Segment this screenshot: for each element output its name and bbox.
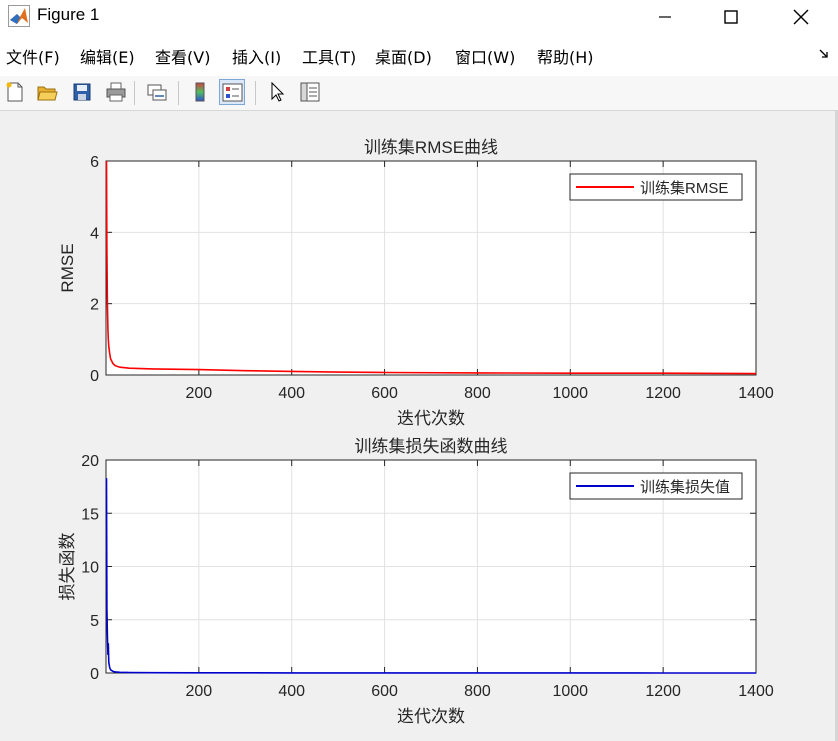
legend-button[interactable]: [219, 79, 245, 105]
menu-insert[interactable]: 插入(I): [232, 44, 281, 68]
title-bar: Figure 1: [0, 0, 838, 34]
chart-title: 训练集RMSE曲线: [364, 138, 498, 157]
window-title: Figure 1: [37, 5, 100, 24]
menu-desktop[interactable]: 桌面(D): [375, 44, 432, 68]
axes-1: 200 400 600 800 1000 1200 1400 0 2 4 6 训练集RMSE曲线迭代次…: [58, 138, 774, 428]
legend-label: 训练集损失值: [640, 479, 730, 496]
x-tick-label: 200: [186, 683, 213, 700]
save-icon: [73, 83, 91, 101]
cursor-arrow-icon: [271, 81, 285, 102]
toolbar: [0, 76, 838, 111]
chart-title: 训练集损失函数曲线: [355, 437, 508, 456]
edit-plot-button[interactable]: [264, 79, 290, 105]
minimize-icon: [659, 16, 671, 18]
x-axis-label: 迭代次数: [397, 707, 465, 726]
x-tick-label: 1400: [738, 385, 774, 402]
print-button[interactable]: [103, 79, 129, 105]
new-file-icon: [6, 82, 23, 102]
x-tick-label: 600: [371, 683, 398, 700]
folder-icon: [37, 86, 58, 101]
x-tick-label: 1200: [645, 385, 681, 402]
x-tick-label: 400: [278, 385, 305, 402]
colorbar-icon: [195, 82, 205, 102]
y-tick-label: 2: [90, 297, 99, 314]
menu-bar: 文件(F) 编辑(E) 查看(V) 插入(I) 工具(T) 桌面(D) 窗口(W…: [0, 34, 838, 76]
y-tick-label: 5: [90, 613, 99, 630]
property-inspector-icon: [300, 82, 320, 102]
menu-tools[interactable]: 工具(T): [302, 44, 356, 68]
link-plot-button[interactable]: [144, 79, 170, 105]
x-tick-label: 200: [186, 385, 213, 402]
maximize-button[interactable]: [708, 0, 754, 34]
legend-label: 训练集RMSE: [640, 180, 728, 197]
dock-arrow-icon[interactable]: [818, 48, 830, 60]
menu-help[interactable]: 帮助(H): [537, 44, 594, 68]
y-tick-label: 6: [90, 154, 99, 171]
menu-view[interactable]: 查看(V): [155, 44, 210, 68]
maximize-icon: [724, 10, 738, 24]
x-tick-label: 1000: [552, 683, 588, 700]
link-plot-icon: [147, 84, 167, 101]
y-tick-label: 0: [90, 666, 99, 683]
x-tick-label: 800: [464, 385, 491, 402]
x-tick-label: 800: [464, 683, 491, 700]
figure-canvas: 200 400 600 800 1000 1200 14000246训练集RMSE曲线迭代次…: [58, 138, 774, 726]
close-button[interactable]: [778, 0, 824, 34]
close-icon: [793, 9, 809, 25]
menu-edit[interactable]: 编辑(E): [80, 44, 135, 68]
minimize-button[interactable]: [642, 0, 688, 34]
legend-icon: [222, 83, 243, 102]
save-button[interactable]: [69, 79, 95, 105]
y-tick-label: 4: [90, 225, 99, 242]
new-figure-button[interactable]: [2, 79, 28, 105]
property-inspector-button[interactable]: [297, 79, 323, 105]
x-tick-label: 1000: [552, 385, 588, 402]
colorbar-button[interactable]: [187, 79, 213, 105]
menu-file[interactable]: 文件(F): [6, 44, 60, 68]
x-tick-label: 600: [371, 385, 398, 402]
y-tick-label: 10: [81, 560, 99, 577]
open-file-button[interactable]: [34, 79, 60, 105]
x-axis-label: 迭代次数: [397, 409, 465, 428]
x-tick-label: 1200: [645, 683, 681, 700]
menu-window[interactable]: 窗口(W): [455, 44, 515, 68]
toolbar-separator: [178, 81, 179, 105]
y-tick-label: 15: [81, 506, 99, 523]
y-axis-label: 损失函数: [58, 533, 77, 601]
printer-icon: [106, 82, 126, 102]
axes-2: 200 400 600 800 1000 1200 1400 0 5 10 15 20 训练集损失函数曲…: [58, 437, 774, 726]
x-tick-label: 1400: [738, 683, 774, 700]
x-tick-label: 400: [278, 683, 305, 700]
toolbar-separator: [255, 81, 256, 105]
toolbar-separator: [134, 81, 135, 105]
y-tick-label: 20: [81, 453, 99, 470]
y-axis-label: RMSE: [58, 243, 77, 292]
matlab-logo-icon: [8, 5, 30, 27]
y-tick-label: 0: [90, 368, 99, 385]
